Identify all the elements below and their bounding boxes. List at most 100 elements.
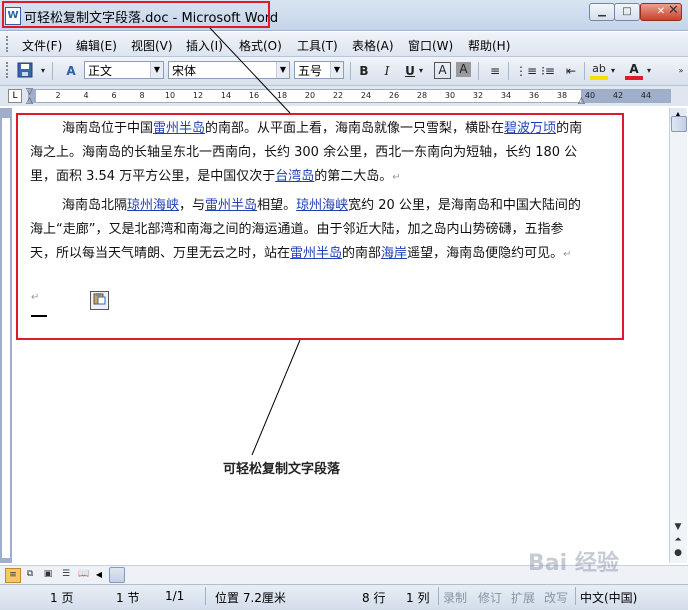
ruler-tick-label: 44 [640, 91, 652, 100]
decrease-indent-icon[interactable]: ⇤ [562, 62, 580, 80]
text-cursor [31, 315, 47, 317]
status-section: 1 节 [116, 591, 140, 605]
toolbar-separator [584, 62, 585, 80]
text-run: 的第二大岛。 [314, 169, 393, 184]
ruler-tick-label: 18 [276, 91, 288, 100]
reading-layout-view-icon[interactable]: 📖 [77, 568, 91, 581]
menu-format[interactable]: 格式(O) [239, 37, 282, 54]
title-highlight-box [2, 1, 270, 28]
align-justify-icon[interactable]: ≡ [486, 62, 504, 80]
bold-button[interactable]: B [355, 62, 373, 80]
ruler-tick-label: 8 [139, 91, 145, 100]
toolbar-separator [508, 62, 509, 80]
select-browse-object-icon[interactable]: ● [670, 546, 686, 560]
chevron-down-icon[interactable]: ▼ [330, 62, 343, 78]
toolbar-grip[interactable] [6, 62, 12, 78]
status-column: 1 列 [406, 591, 430, 605]
toolbar-separator [478, 62, 479, 80]
text-run: 的南部。从平面上看，海南岛就像一只雪梨，横卧在 [205, 121, 505, 136]
hyperlink[interactable]: 琼州海峡 [296, 198, 348, 213]
menubar-grip[interactable] [6, 36, 12, 52]
bulleted-list-icon[interactable]: ⁝≡ [539, 62, 557, 80]
scroll-down-icon[interactable]: ▼ [670, 520, 686, 534]
status-record[interactable]: 录制 [443, 589, 467, 606]
outline-view-icon[interactable]: ☰ [59, 568, 73, 581]
styles-and-formatting-icon[interactable]: A [62, 62, 80, 80]
hyperlink[interactable]: 雷州半岛 [205, 198, 257, 213]
normal-view-icon[interactable]: ≡ [5, 568, 21, 583]
ruler-tick-label: 24 [360, 91, 372, 100]
paste-options-icon[interactable] [90, 291, 109, 310]
hyperlink[interactable]: 海岸 [381, 246, 407, 261]
watermark-logo: Bai 经验 [528, 551, 619, 576]
horizontal-scroll-thumb[interactable] [109, 567, 125, 583]
chevron-down-icon[interactable]: ▼ [150, 62, 163, 78]
font-value: 宋体 [172, 64, 197, 78]
ruler-tick-label: 6 [111, 91, 117, 100]
hyperlink[interactable]: 碧波万顷 [504, 121, 556, 136]
hanging-indent-marker[interactable]: △ [26, 96, 33, 106]
chevron-down-icon[interactable]: ▼ [276, 62, 289, 78]
menu-tools[interactable]: 工具(T) [297, 37, 338, 54]
font-size-combobox[interactable]: 五号 ▼ [294, 61, 344, 79]
character-border-button[interactable]: A [434, 62, 451, 79]
hyperlink[interactable]: 琼州海峡 [127, 198, 179, 213]
status-page-of: 1/1 [165, 589, 185, 603]
print-layout-view-icon[interactable]: ▣ [41, 568, 55, 581]
ruler-tick-label: 28 [416, 91, 428, 100]
close-document-icon[interactable]: ✕ [668, 3, 679, 18]
status-extend[interactable]: 扩展 [511, 589, 535, 606]
status-overtype[interactable]: 改写 [544, 589, 568, 606]
hyperlink[interactable]: 台湾岛 [275, 169, 314, 184]
menu-file[interactable]: 文件(F) [22, 37, 62, 54]
text-run: 相望。 [257, 198, 297, 213]
text-run: 遥望，海南岛便隐约可见。 [407, 246, 564, 261]
ruler-tick-label: 42 [612, 91, 624, 100]
menu-view[interactable]: 视图(V) [131, 37, 173, 54]
ruler-tick-label: 26 [388, 91, 400, 100]
menu-insert[interactable]: 插入(I) [186, 37, 223, 54]
menu-window[interactable]: 窗口(W) [408, 37, 453, 54]
italic-button[interactable]: I [378, 62, 396, 80]
toolbar-overflow-icon[interactable]: » [676, 62, 686, 80]
hyperlink[interactable]: 雷州半岛 [290, 246, 342, 261]
maximize-button[interactable]: □ [614, 3, 640, 21]
ruler-tick-label: 4 [83, 91, 89, 100]
numbered-list-icon[interactable]: ⋮≡ [515, 62, 537, 80]
menu-table[interactable]: 表格(A) [352, 37, 394, 54]
status-line: 8 行 [362, 591, 386, 605]
ruler-tick-label: 20 [304, 91, 316, 100]
status-track-changes[interactable]: 修订 [478, 589, 502, 606]
paragraph-1[interactable]: 海南岛位于中国雷州半岛的南部。从平面上看，海南岛就像一只雪梨，横卧在碧波万顷的南… [30, 117, 585, 190]
status-page: 1 页 [50, 591, 74, 605]
toolbar-options-icon[interactable]: ▾ [38, 62, 48, 80]
menu-help[interactable]: 帮助(H) [468, 37, 510, 54]
style-combobox[interactable]: 正文 ▼ [84, 61, 164, 79]
vertical-scroll-thumb[interactable] [671, 116, 687, 132]
character-shading-button[interactable]: A [456, 62, 471, 77]
tab-selector[interactable]: L [8, 89, 22, 103]
previous-page-icon[interactable]: ⏶ [670, 533, 686, 547]
paragraph-2[interactable]: 海南岛北隔琼州海峡，与雷州半岛相望。琼州海峡宽约 20 公里，是海南岛和中国大陆… [30, 194, 585, 267]
text-run: ，与 [179, 198, 206, 213]
underline-options-icon[interactable]: ▾ [416, 62, 426, 80]
web-layout-view-icon[interactable]: ⧉ [23, 568, 37, 581]
menu-edit[interactable]: 编辑(E) [76, 37, 117, 54]
ruler-tick-label: 14 [220, 91, 232, 100]
scroll-left-icon[interactable]: ◀ [93, 568, 105, 581]
status-language[interactable]: 中文(中国) [580, 589, 637, 606]
paragraph-mark: ↵ [563, 249, 572, 260]
ruler-tick-label: 32 [472, 91, 484, 100]
minimize-button[interactable]: ▁ [589, 3, 615, 21]
vertical-scrollbar[interactable] [669, 108, 687, 563]
highlight-options-icon[interactable]: ▾ [608, 62, 618, 80]
font-combobox[interactable]: 宋体 ▼ [168, 61, 290, 79]
hyperlink[interactable]: 雷州半岛 [153, 121, 205, 136]
font-color-options-icon[interactable]: ▾ [644, 62, 654, 80]
highlight-button[interactable]: ab [590, 62, 608, 80]
ruler-tick-label: 12 [192, 91, 204, 100]
save-icon[interactable] [16, 62, 34, 80]
font-color-button[interactable]: A [625, 62, 643, 80]
horizontal-ruler[interactable] [28, 89, 671, 103]
text-run: 的南部 [342, 246, 382, 261]
